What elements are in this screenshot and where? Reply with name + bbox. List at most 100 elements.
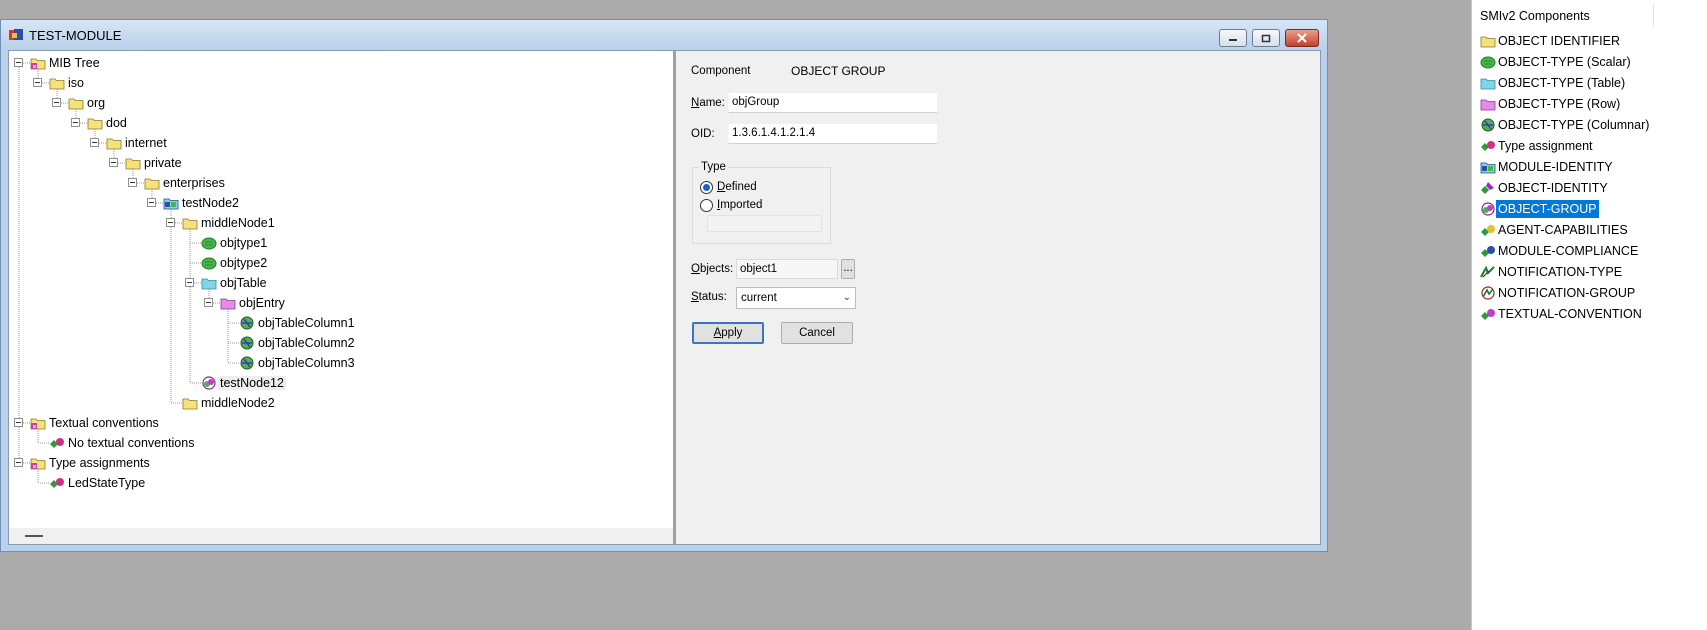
tree-node[interactable]: LedStateType <box>66 473 147 493</box>
title-bar[interactable]: TEST-MODULE <box>1 20 1327 49</box>
scroll-thumb[interactable] <box>25 535 43 537</box>
folder-icon <box>182 398 198 410</box>
tree-node[interactable]: objTable <box>218 273 269 293</box>
collapse-toggle[interactable] <box>147 198 156 207</box>
folder-icon <box>68 98 84 110</box>
module-identity-icon <box>163 198 179 210</box>
tree-node[interactable]: objtype2 <box>218 253 269 273</box>
type-assignment-icon <box>50 438 64 448</box>
tree-node[interactable]: objEntry <box>237 293 287 313</box>
columnar-icon <box>240 336 254 350</box>
tree-node[interactable]: private <box>142 153 184 173</box>
collapse-toggle[interactable] <box>52 98 61 107</box>
tree-node[interactable]: internet <box>123 133 169 153</box>
tree-node-label: middleNode2 <box>201 396 275 410</box>
window-client: MIB Tree iso org dod internet private enterpri… <box>8 50 1321 545</box>
tree-node-label: objTable <box>220 276 267 290</box>
module-folder-icon <box>30 58 46 70</box>
components-panel: SMIv2 Components OBJECT IDENTIFIER OBJECT… <box>1471 0 1707 630</box>
tree-node[interactable]: middleNode1 <box>199 213 277 233</box>
tree-node-label: dod <box>106 116 127 130</box>
name-field[interactable]: objGroup <box>728 93 937 113</box>
component-label: Component <box>691 65 751 77</box>
collapse-toggle[interactable] <box>128 178 137 187</box>
tree-node[interactable]: testNode2 <box>180 193 241 213</box>
tree-node[interactable]: dod <box>104 113 129 133</box>
tree-node-label: No textual conventions <box>68 436 195 450</box>
type-legend: Type <box>699 161 728 173</box>
tree-node[interactable]: objTableColumn1 <box>256 313 357 333</box>
tree-node[interactable]: objTableColumn3 <box>256 353 357 373</box>
component-item-label: NOTIFICATION-TYPE <box>1498 265 1623 279</box>
tree-node-label: objTableColumn3 <box>258 356 355 370</box>
scalar-icon <box>201 237 217 250</box>
notification-type-icon <box>1480 265 1495 278</box>
oid-field[interactable]: 1.3.6.1.4.1.2.1.4 <box>728 124 937 144</box>
apply-button[interactable]: Apply <box>692 322 764 344</box>
tree-node-label: org <box>87 96 106 110</box>
collapse-toggle[interactable] <box>14 458 23 467</box>
tree-node[interactable]: MIB Tree <box>47 53 102 73</box>
tree-node-label: private <box>144 156 182 170</box>
tree-node[interactable]: Textual conventions <box>47 413 161 433</box>
collapse-toggle[interactable] <box>71 118 80 127</box>
collapse-toggle[interactable] <box>14 418 23 427</box>
tree-node-label: objEntry <box>239 296 285 310</box>
collapse-toggle[interactable] <box>185 278 194 287</box>
component-item-label: AGENT-CAPABILITIES <box>1498 223 1628 237</box>
component-item-label: OBJECT-TYPE (Scalar) <box>1498 55 1631 69</box>
component-item-label: MODULE-COMPLIANCE <box>1498 244 1639 258</box>
cancel-button[interactable]: Cancel <box>781 322 853 344</box>
maximize-button[interactable] <box>1252 29 1280 47</box>
tree-node-label: testNode2 <box>182 196 239 210</box>
folder-icon <box>49 78 65 90</box>
columnar-icon <box>1481 118 1495 132</box>
tree-node[interactable]: org <box>85 93 107 113</box>
object-group-icon <box>202 376 216 390</box>
folder-icon <box>182 218 198 230</box>
module-folder-icon <box>30 418 46 430</box>
tree-node[interactable]: enterprises <box>161 173 227 193</box>
collapse-toggle[interactable] <box>166 218 175 227</box>
type-defined-radio[interactable] <box>700 181 713 194</box>
component-item-label: OBJECT-TYPE (Columnar) <box>1498 118 1650 132</box>
tree-node[interactable]: No textual conventions <box>66 433 196 453</box>
close-button[interactable] <box>1285 29 1319 47</box>
type-imported-radio[interactable] <box>700 199 713 212</box>
collapse-toggle[interactable] <box>33 78 42 87</box>
module-window: TEST-MODULE MIB Tree iso org dod internet pri… <box>0 19 1328 552</box>
status-label: Status: <box>691 291 727 303</box>
type-imported-label[interactable]: Imported <box>717 199 762 211</box>
columnar-icon <box>240 356 254 370</box>
minimize-button[interactable] <box>1219 29 1247 47</box>
type-defined-label[interactable]: Defined <box>717 181 757 193</box>
tree-node[interactable]: objTableColumn2 <box>256 333 357 353</box>
component-value: OBJECT GROUP <box>791 64 886 78</box>
tree-node[interactable]: iso <box>66 73 86 93</box>
objects-browse-button[interactable]: ... <box>841 259 855 279</box>
collapse-toggle[interactable] <box>109 158 118 167</box>
mib-tree[interactable]: MIB Tree iso org dod internet private enterpri… <box>9 51 676 544</box>
objects-field[interactable]: object1 <box>736 259 838 279</box>
tree-node[interactable]: middleNode2 <box>199 393 277 413</box>
row-folder-icon <box>220 298 236 310</box>
tree-node[interactable]: testNode12 <box>218 373 286 393</box>
imported-module-field <box>707 215 822 232</box>
header-divider[interactable] <box>1653 4 1654 26</box>
tree-node[interactable]: Type assignments <box>47 453 152 473</box>
app-icon <box>9 29 23 40</box>
close-icon <box>1297 33 1307 43</box>
collapse-toggle[interactable] <box>14 58 23 67</box>
tree-horizontal-scrollbar[interactable] <box>9 528 673 544</box>
tree-node-label: objTableColumn2 <box>258 336 355 350</box>
tree-node-label: objtype2 <box>220 256 268 270</box>
type-assignment-icon <box>1481 141 1495 151</box>
status-select[interactable]: current ⌄ <box>736 287 856 309</box>
desktop-background <box>0 553 1471 630</box>
component-item-label: TEXTUAL-CONVENTION <box>1498 307 1642 321</box>
collapse-toggle[interactable] <box>90 138 99 147</box>
collapse-toggle[interactable] <box>204 298 213 307</box>
agent-capabilities-icon <box>1481 225 1495 236</box>
tree-node[interactable]: objtype1 <box>218 233 269 253</box>
module-compliance-icon <box>1481 246 1495 257</box>
